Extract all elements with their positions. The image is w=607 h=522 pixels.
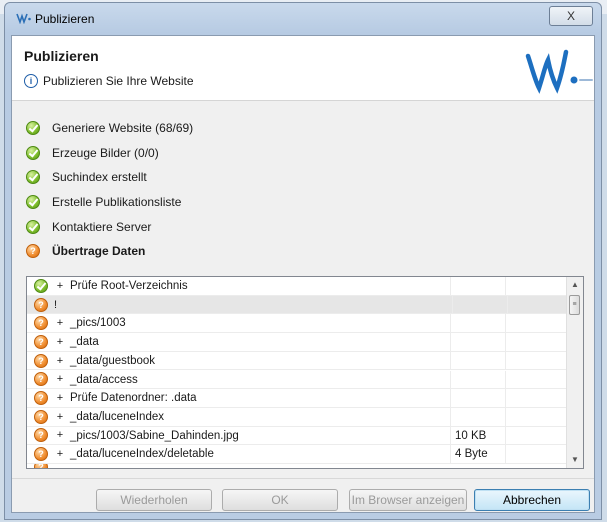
row-path xyxy=(70,295,453,314)
scroll-up-icon[interactable]: ▲ xyxy=(567,277,583,293)
step-item: Erzeuge Bilder (0/0) xyxy=(26,141,193,166)
table-row[interactable]: + _data/luceneIndex xyxy=(27,407,567,427)
step-list: Generiere Website (68/69) Erzeuge Bilder… xyxy=(26,116,193,264)
step-label: Erstelle Publikationsliste xyxy=(52,195,182,210)
table-row[interactable]: + _data/guestbook xyxy=(27,351,567,371)
pending-icon xyxy=(34,297,48,312)
step-label: Übertrage Daten xyxy=(52,244,146,259)
step-item-active: Übertrage Daten xyxy=(26,239,193,264)
pending-icon xyxy=(34,428,48,443)
row-size xyxy=(451,333,506,351)
row-size xyxy=(451,389,506,407)
pending-icon xyxy=(34,316,48,331)
retry-button[interactable]: Wiederholen xyxy=(96,489,212,511)
check-icon xyxy=(26,195,40,210)
row-path: _data/luceneIndex/deletable xyxy=(68,445,451,463)
row-path: _pics/1003 xyxy=(68,314,451,333)
app-logo-icon xyxy=(16,13,31,24)
row-size xyxy=(453,295,508,314)
publish-dialog: Publizieren X Publizieren i Publizieren … xyxy=(4,2,602,520)
step-item: Kontaktiere Server xyxy=(26,214,193,239)
row-sign: + xyxy=(56,410,64,423)
row-sign: + xyxy=(56,279,64,292)
row-size: 10 KB xyxy=(451,426,506,445)
title-bar: Publizieren X xyxy=(5,3,601,33)
table-row[interactable]: + _data/luceneIndex/deletable 4 Byte xyxy=(27,445,567,464)
table-row[interactable]: + _data xyxy=(27,333,567,352)
step-label: Suchindex erstellt xyxy=(52,170,147,185)
scroll-thumb[interactable]: ≡ xyxy=(569,295,580,315)
dialog-client-area: Publizieren i Publizieren Sie Ihre Websi… xyxy=(11,35,595,513)
pending-icon xyxy=(34,464,48,468)
scroll-down-icon[interactable]: ▼ xyxy=(567,452,583,468)
pending-icon xyxy=(34,409,48,424)
info-icon: i xyxy=(24,74,38,88)
step-label: Generiere Website (68/69) xyxy=(52,121,194,136)
check-icon xyxy=(26,219,40,234)
row-path: _data/access xyxy=(68,370,451,389)
dialog-header: Publizieren i Publizieren Sie Ihre Websi… xyxy=(12,36,594,101)
step-label: Erzeuge Bilder (0/0) xyxy=(52,145,159,160)
row-sign: + xyxy=(56,354,64,367)
row-sign: + xyxy=(56,429,64,442)
step-item: Generiere Website (68/69) xyxy=(26,116,193,141)
table-row[interactable]: ! xyxy=(27,295,567,315)
cancel-button[interactable]: Abbrechen xyxy=(474,489,590,511)
subtitle-text: Publizieren Sie Ihre Website xyxy=(43,74,194,88)
row-size xyxy=(451,314,506,333)
page-title: Publizieren xyxy=(24,48,99,64)
pending-icon xyxy=(34,353,48,368)
row-path: Prüfe Datenordner: .data xyxy=(68,389,451,407)
row-sign: + xyxy=(56,373,64,386)
table-row[interactable]: + _pics/1003/Sabine_Dahinden.jpg 10 KB xyxy=(27,426,567,446)
footer-divider xyxy=(12,478,594,479)
row-size: 4 Byte xyxy=(451,445,506,463)
row-size xyxy=(451,370,506,389)
step-label: Kontaktiere Server xyxy=(52,219,152,234)
table-row[interactable]: + Prüfe Datenordner: .data xyxy=(27,389,567,408)
row-sign: + xyxy=(56,448,64,461)
pending-icon xyxy=(34,391,48,406)
brand-logo-icon xyxy=(525,49,593,94)
window-title: Publizieren xyxy=(35,12,95,26)
row-path: Prüfe Root-Verzeichnis xyxy=(68,277,451,295)
row-path: _data/guestbook xyxy=(68,351,451,370)
row-path: _data xyxy=(68,333,451,351)
page-subtitle: i Publizieren Sie Ihre Website xyxy=(24,74,194,88)
check-icon xyxy=(26,170,40,185)
pending-icon xyxy=(34,447,48,462)
row-path: _data/luceneIndex xyxy=(68,407,451,426)
open-in-browser-button[interactable]: Im Browser anzeigen xyxy=(349,489,467,511)
row-size xyxy=(451,277,506,295)
table-row-partial xyxy=(27,464,567,468)
ok-button[interactable]: OK xyxy=(222,489,338,511)
row-sign: + xyxy=(56,335,64,348)
check-icon xyxy=(26,121,40,136)
table-row[interactable]: + Prüfe Root-Verzeichnis xyxy=(27,277,567,296)
pending-icon xyxy=(34,372,48,387)
step-item: Suchindex erstellt xyxy=(26,165,193,190)
vertical-scrollbar[interactable]: ▲ ≡ ▼ xyxy=(566,277,583,468)
close-icon: X xyxy=(566,9,575,23)
row-sign: + xyxy=(56,317,64,330)
row-sign: + xyxy=(56,392,64,405)
row-size xyxy=(451,351,506,370)
check-icon xyxy=(26,145,40,160)
transfer-list[interactable]: + Prüfe Root-Verzeichnis ! + _pics/1003 xyxy=(26,276,584,469)
table-row[interactable]: + _data/access xyxy=(27,370,567,390)
step-item: Erstelle Publikationsliste xyxy=(26,190,193,215)
table-row[interactable]: + _pics/1003 xyxy=(27,314,567,334)
pending-icon xyxy=(34,334,48,349)
row-path: _pics/1003/Sabine_Dahinden.jpg xyxy=(68,426,451,445)
close-button[interactable]: X xyxy=(549,6,593,26)
row-sign: ! xyxy=(54,298,58,311)
row-size xyxy=(451,407,506,426)
check-icon xyxy=(34,278,48,293)
pending-icon xyxy=(26,244,40,259)
